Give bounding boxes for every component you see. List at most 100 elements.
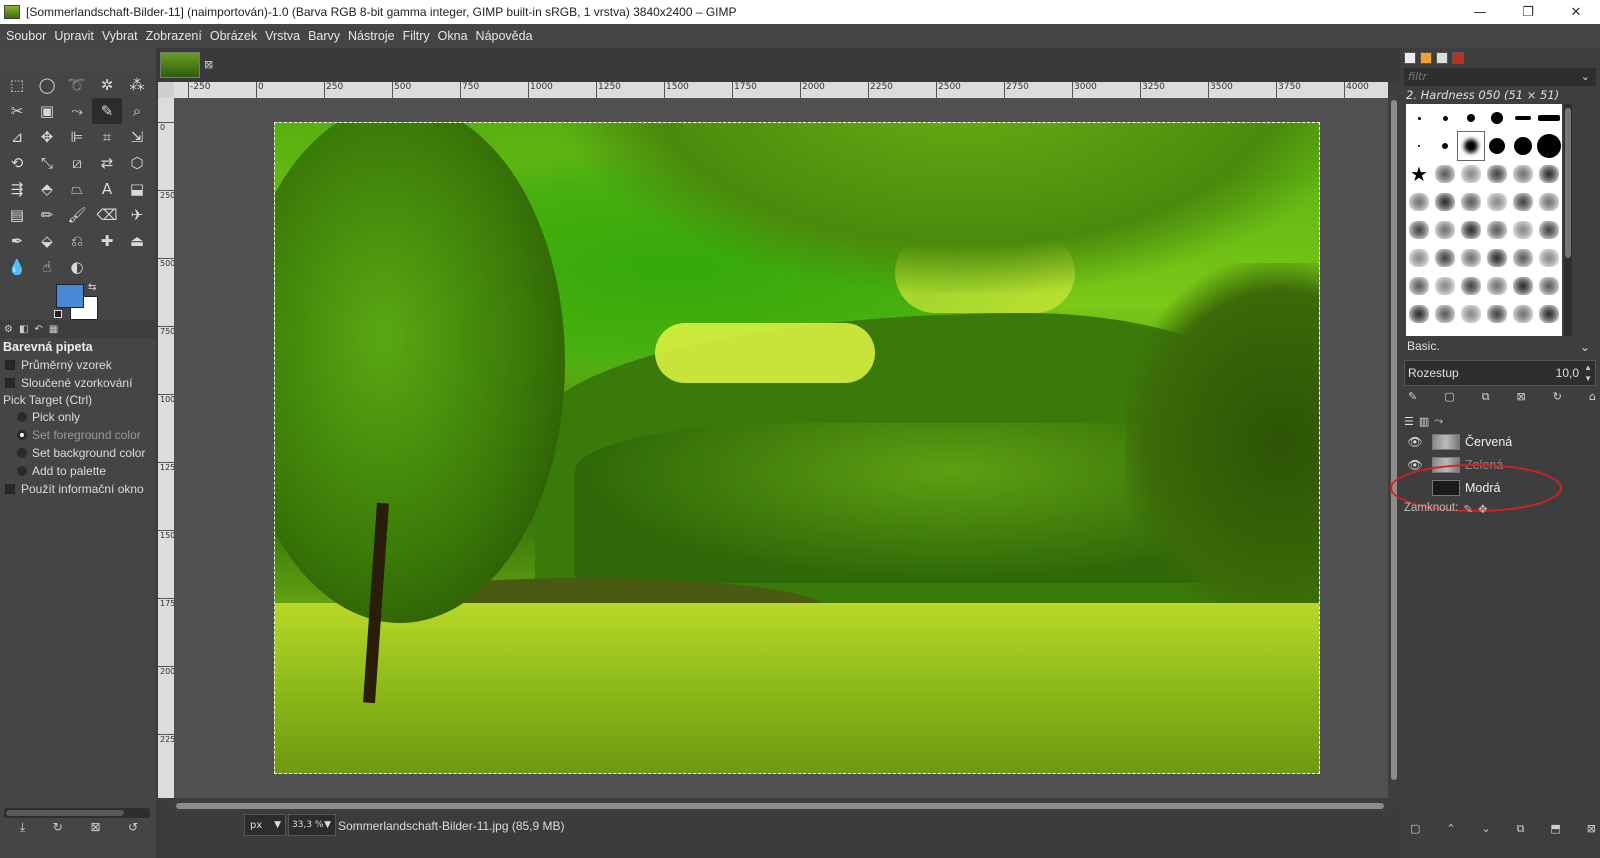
heal-icon[interactable]: ✚ — [92, 228, 122, 254]
sample-merged-checkbox[interactable] — [5, 378, 15, 388]
new-channel-icon[interactable]: ▢ — [1410, 822, 1420, 836]
horizontal-scrollbar[interactable] — [174, 800, 1388, 812]
brush-cell[interactable] — [1432, 300, 1458, 328]
clone-icon[interactable]: ⎌ — [62, 228, 92, 254]
reset-colors-icon[interactable] — [54, 310, 62, 318]
brush-cell[interactable] — [1536, 104, 1562, 132]
add-to-palette-option[interactable]: Add to palette — [0, 462, 156, 480]
brush-filter-input[interactable]: filtr ⌄ — [1404, 68, 1596, 86]
spacing-slider[interactable]: Rozestup 10,0 ▲ ▼ — [1404, 360, 1596, 386]
brush-cell[interactable]: ★ — [1406, 160, 1432, 188]
channel-row-green[interactable]: 👁 Zelená — [1404, 453, 1596, 476]
minimize-button[interactable]: — — [1456, 0, 1504, 24]
menu-image[interactable]: Obrázek — [206, 29, 261, 43]
visibility-eye-icon[interactable]: 👁 — [1404, 435, 1426, 449]
add-to-palette-radio[interactable] — [17, 466, 27, 476]
foreground-color-swatch[interactable] — [56, 284, 84, 308]
zoom-select[interactable]: 33,3 % ▼ — [288, 814, 336, 836]
paths-tab-icon[interactable]: ⤳ — [1434, 414, 1443, 428]
canvas[interactable] — [174, 98, 1388, 798]
tool-options-tab-icon[interactable]: ⚙ — [4, 324, 13, 335]
brush-cell[interactable] — [1536, 132, 1562, 160]
zoom-icon[interactable]: ⌕ — [122, 98, 152, 124]
channel-row-red[interactable]: 👁 Červená — [1404, 430, 1596, 453]
measure-icon[interactable]: ⊿ — [2, 124, 32, 150]
close-tab-icon[interactable]: ⊠ — [204, 58, 213, 71]
pick-only-radio[interactable] — [17, 412, 27, 422]
perspective-icon[interactable]: ⏢ — [62, 176, 92, 202]
lower-channel-icon[interactable]: ⌄ — [1481, 822, 1490, 836]
paths-icon[interactable]: ⤳ — [62, 98, 92, 124]
brush-cell[interactable] — [1432, 216, 1458, 244]
brush-cell[interactable] — [1510, 160, 1536, 188]
undo-history-tab-icon[interactable]: ↶ — [34, 324, 42, 335]
shear-icon[interactable]: ⧄ — [62, 150, 92, 176]
brush-cell[interactable] — [1458, 244, 1484, 272]
delete-options-icon[interactable]: ⊠ — [90, 820, 100, 835]
brush-cell[interactable] — [1510, 188, 1536, 216]
bucket-fill-icon[interactable]: ⬓ — [122, 176, 152, 202]
perspective-clone-icon[interactable]: ⏏ — [122, 228, 152, 254]
lock-position-icon[interactable]: ✥ — [1478, 502, 1488, 516]
brush-cell[interactable] — [1406, 104, 1432, 132]
toolbox-scrollbar[interactable] — [4, 808, 150, 818]
set-foreground-option[interactable]: Set foreground color — [0, 426, 156, 444]
new-brush-icon[interactable]: ▢ — [1444, 390, 1454, 404]
brush-cell[interactable] — [1432, 132, 1458, 160]
brush-cell[interactable] — [1458, 272, 1484, 300]
brush-cell[interactable] — [1458, 160, 1484, 188]
brush-cell[interactable] — [1406, 244, 1432, 272]
set-background-radio[interactable] — [17, 448, 27, 458]
brush-cell[interactable] — [1536, 188, 1562, 216]
brush-cell[interactable] — [1484, 272, 1510, 300]
vertical-ruler[interactable]: 02505007501000125015001750200022502500 — [158, 98, 174, 798]
raise-channel-icon[interactable]: ⌃ — [1446, 822, 1455, 836]
refresh-brushes-icon[interactable]: ↻ — [1553, 390, 1562, 404]
scissors-select-icon[interactable]: ✂ — [2, 98, 32, 124]
fonts-tab-icon[interactable] — [1436, 52, 1448, 64]
duplicate-brush-icon[interactable]: ⧉ — [1482, 390, 1490, 404]
paintbrush-icon[interactable]: 🖌 — [62, 202, 92, 228]
handle-transform-icon[interactable]: ⬘ — [32, 176, 62, 202]
brush-grid[interactable]: ★ — [1406, 104, 1562, 336]
brush-cell[interactable] — [1406, 300, 1432, 328]
mypaint-brush-icon[interactable]: ⬙ — [32, 228, 62, 254]
brush-cell[interactable] — [1510, 272, 1536, 300]
duplicate-channel-icon[interactable]: ⧉ — [1517, 822, 1525, 836]
brush-cell[interactable] — [1432, 272, 1458, 300]
layers-tab-icon[interactable]: ☰ — [1404, 415, 1414, 428]
menu-layer[interactable]: Vrstva — [261, 29, 304, 43]
set-foreground-radio[interactable] — [17, 430, 27, 440]
smudge-icon[interactable]: ☝ — [32, 254, 62, 280]
brush-cell[interactable] — [1458, 188, 1484, 216]
edit-brush-icon[interactable]: ✎ — [1408, 390, 1417, 404]
device-status-tab-icon[interactable]: ◧ — [19, 324, 28, 335]
brush-cell[interactable] — [1484, 216, 1510, 244]
brush-cell[interactable] — [1510, 244, 1536, 272]
free-select-icon[interactable]: ➰ — [62, 72, 92, 98]
brush-cell[interactable] — [1458, 104, 1484, 132]
rotate-icon[interactable]: ⟲ — [2, 150, 32, 176]
unified-transform-icon[interactable]: ⇲ — [122, 124, 152, 150]
set-background-option[interactable]: Set background color — [0, 444, 156, 462]
brush-cell[interactable] — [1406, 216, 1432, 244]
brush-cell[interactable] — [1406, 188, 1432, 216]
menu-select[interactable]: Vybrat — [98, 29, 142, 43]
menu-colors[interactable]: Barvy — [304, 29, 344, 43]
images-tab-icon[interactable]: ▦ — [49, 324, 58, 335]
blur-icon[interactable]: 💧 — [2, 254, 32, 280]
brush-cell[interactable] — [1458, 216, 1484, 244]
menu-file[interactable]: Soubor — [2, 29, 50, 43]
foreground-select-icon[interactable]: ▣ — [32, 98, 62, 124]
brush-cell[interactable] — [1432, 160, 1458, 188]
brush-cell[interactable] — [1536, 216, 1562, 244]
brush-cell[interactable] — [1510, 216, 1536, 244]
rect-select-icon[interactable]: ⬚ — [2, 72, 32, 98]
airbrush-icon[interactable]: ✈ — [122, 202, 152, 228]
brush-cell[interactable] — [1484, 244, 1510, 272]
brush-cell[interactable] — [1457, 131, 1485, 161]
reset-options-icon[interactable]: ↺ — [128, 820, 138, 835]
brush-cell[interactable] — [1510, 104, 1536, 132]
gradient-icon[interactable]: ▤ — [2, 202, 32, 228]
scale-icon[interactable]: ⤡ — [32, 150, 62, 176]
